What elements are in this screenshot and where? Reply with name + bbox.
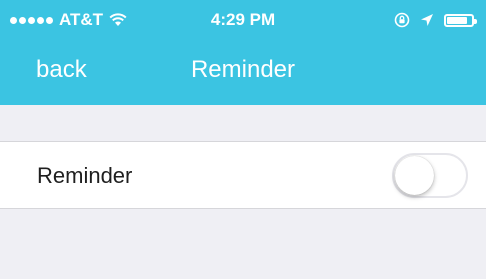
battery-tip — [474, 18, 477, 24]
battery-icon — [444, 13, 477, 27]
status-right-group — [394, 9, 477, 31]
navigation-bar: back Reminder — [0, 40, 486, 105]
location-arrow-icon — [421, 14, 433, 26]
page-title: Reminder — [190, 56, 296, 83]
toggle-knob — [395, 156, 434, 195]
section-spacer — [0, 105, 486, 141]
empty-background — [0, 209, 486, 279]
rotation-lock-icon — [394, 12, 410, 28]
reminder-label: Reminder — [37, 163, 133, 188]
reminder-toggle[interactable] — [392, 153, 468, 198]
reminder-row: Reminder — [0, 141, 486, 209]
battery-fill — [447, 16, 468, 24]
status-bar: AT&T 4:29 PM — [0, 0, 486, 40]
